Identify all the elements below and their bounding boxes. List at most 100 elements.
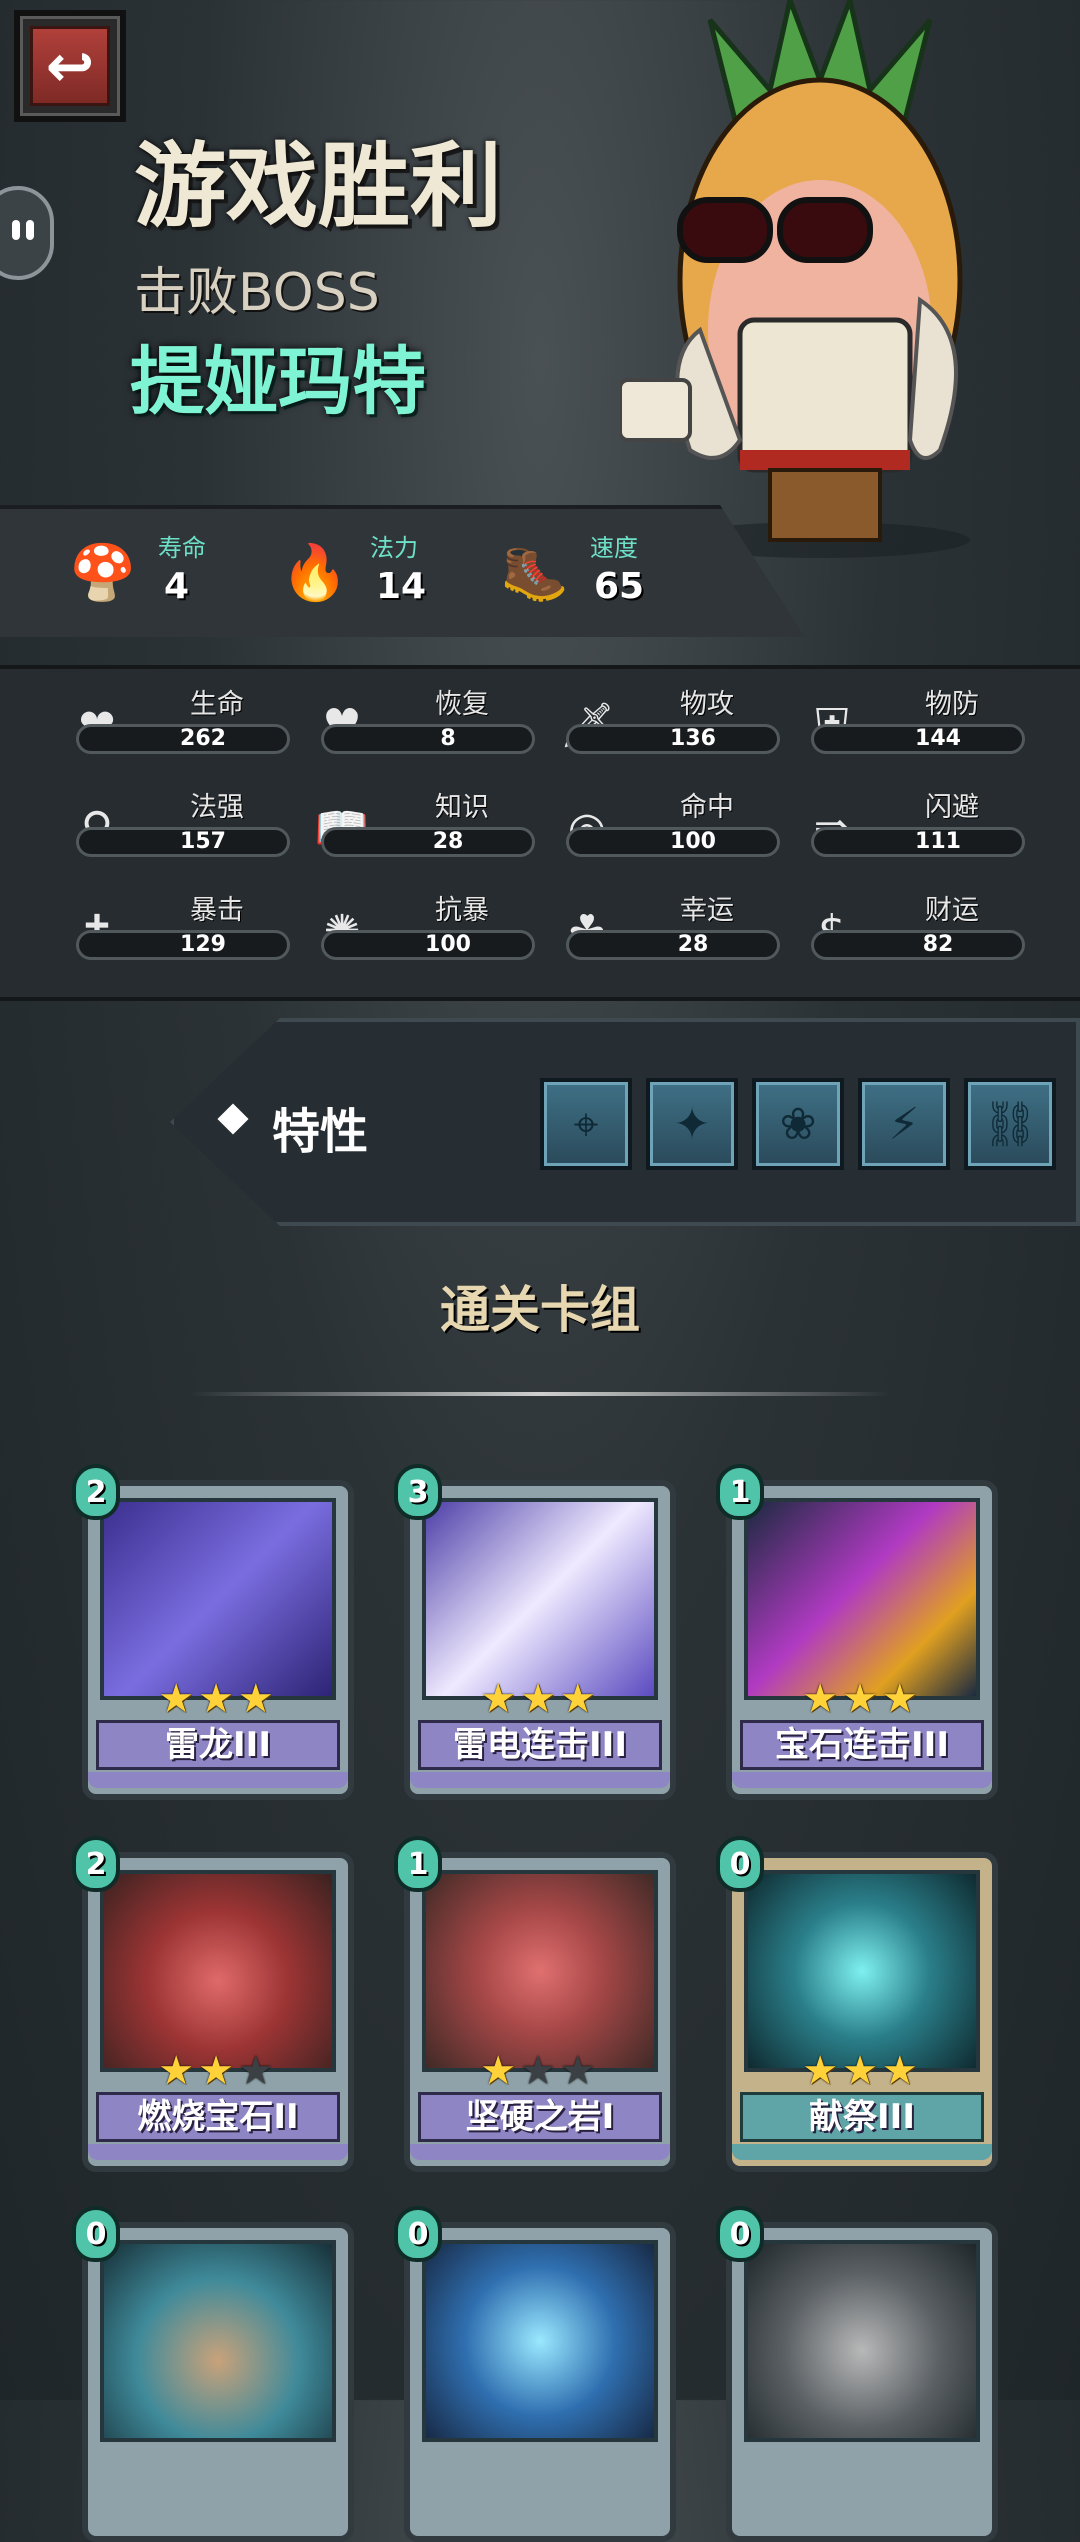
mana-cost-badge: 0: [72, 2206, 120, 2262]
stat-label: 财运: [925, 895, 979, 926]
pineapple-character-illustration: [620, 0, 970, 558]
stat-label: 闪避: [925, 792, 979, 823]
card-gem-combo[interactable]: ★★★ 宝石连击III 1: [716, 1464, 998, 1800]
mana-cost-badge: 2: [72, 1464, 120, 1520]
stat-lifespan: 🍄 寿命 4: [68, 528, 268, 618]
stat-label: 法强: [190, 792, 244, 823]
stat-label: 物防: [925, 689, 979, 720]
stat-value: 100: [670, 829, 716, 854]
card-name: 宝石连击III: [740, 1720, 984, 1770]
trait-rose[interactable]: ❀: [752, 1078, 844, 1170]
stat-value: 100: [425, 932, 471, 957]
card-thunder-dragon[interactable]: ★★★ 雷龙III 2: [72, 1464, 354, 1800]
stat-label: 暴击: [190, 895, 244, 926]
chain-icon: ⛓: [982, 1099, 1038, 1150]
shard-icon: ✦: [673, 1098, 711, 1150]
stat-value: 8: [440, 726, 456, 751]
mana-cost-badge: 0: [716, 2206, 764, 2262]
card-hard-rock[interactable]: ★★★ 坚硬之岩I 1: [394, 1836, 676, 2172]
card-burning-gem[interactable]: ★★★ 燃烧宝石II 2: [72, 1836, 354, 2172]
card-base: [88, 2144, 348, 2160]
card-art: [422, 1870, 658, 2072]
stat-accuracy: ◎ 命中 100: [554, 785, 780, 865]
page-title: 游戏胜利: [134, 133, 503, 240]
star-rating: ★★★: [480, 2048, 600, 2094]
subtitle: 击败BOSS: [134, 263, 380, 323]
mana-cost-badge: 0: [394, 2206, 442, 2262]
card-base: [732, 2144, 992, 2160]
stat-value: 28: [432, 829, 464, 854]
card-art: [744, 1498, 980, 1700]
mana-flame-icon: 🔥: [281, 541, 349, 604]
side-menu-tab[interactable]: [0, 186, 54, 280]
back-button[interactable]: ↩: [14, 10, 126, 122]
stat-mana: 🔥 法力 14: [280, 528, 480, 618]
card-base: [732, 1772, 992, 1788]
stat-label: 速度: [590, 534, 638, 562]
divider: [190, 1392, 890, 1396]
mana-cost-badge: 2: [72, 1836, 120, 1892]
trait-shard[interactable]: ✦: [646, 1078, 738, 1170]
trait-chain[interactable]: ⛓: [964, 1078, 1056, 1170]
card-partial-3[interactable]: 0: [716, 2206, 998, 2542]
stat-label: 命中: [680, 792, 734, 823]
stat-value: 262: [180, 726, 226, 751]
card-art: [422, 1498, 658, 1700]
card-art: [744, 2240, 980, 2442]
runner-icon: ⚡: [888, 1098, 920, 1150]
rose-icon: ❀: [779, 1098, 817, 1150]
stat-value: 82: [922, 932, 954, 957]
target-rune-icon: ⌖: [573, 1098, 599, 1150]
card-base: [410, 1772, 670, 1788]
stat-speed: 🥾 速度 65: [500, 528, 720, 618]
card-lightning-combo[interactable]: ★★★ 雷电连击III 3: [394, 1464, 676, 1800]
stat-value: 157: [180, 829, 226, 854]
star-rating: ★★★: [158, 2048, 278, 2094]
stat-regen: ♥ 恢复 8: [309, 682, 535, 762]
card-name: 雷电连击III: [418, 1720, 662, 1770]
stat-value: 111: [915, 829, 961, 854]
card-base: [410, 2144, 670, 2160]
card-partial-1[interactable]: 0: [72, 2206, 354, 2542]
stat-label: 寿命: [158, 534, 206, 562]
card-art: [100, 1870, 336, 2072]
back-arrow-icon: ↩: [30, 26, 110, 106]
trait-target-rune[interactable]: ⌖: [540, 1078, 632, 1170]
star-rating: ★★★: [480, 1676, 600, 1722]
mana-cost-badge: 3: [394, 1464, 442, 1520]
mushroom-head-icon: 🍄: [69, 541, 137, 604]
stat-hp: ❤ 生命 262: [64, 682, 290, 762]
card-partial-2[interactable]: 0: [394, 2206, 676, 2542]
stat-physical-attack: 🗡 物攻 136: [554, 682, 780, 762]
card-art: [422, 2240, 658, 2442]
stat-crit: ✝ 暴击 129: [64, 888, 290, 968]
stat-knowledge: 📖 知识 28: [309, 785, 535, 865]
stat-label: 幸运: [680, 895, 734, 926]
stat-label: 法力: [370, 534, 418, 562]
card-sacrifice[interactable]: ★★★ 献祭III 0: [716, 1836, 998, 2172]
card-name: 燃烧宝石II: [96, 2092, 340, 2142]
card-art: [744, 1870, 980, 2072]
card-base: [88, 1772, 348, 1788]
mana-cost-badge: 0: [716, 1836, 764, 1892]
stat-physical-defense: ⛨ 物防 144: [799, 682, 1025, 762]
trait-runner[interactable]: ⚡: [858, 1078, 950, 1170]
card-art: [100, 1498, 336, 1700]
stat-value: 65: [594, 566, 645, 607]
stat-value: 129: [180, 932, 226, 957]
mana-cost-badge: 1: [394, 1836, 442, 1892]
star-rating: ★★★: [802, 1676, 922, 1722]
mana-cost-badge: 1: [716, 1464, 764, 1520]
star-rating: ★★★: [158, 1676, 278, 1722]
deck-title: 通关卡组: [440, 1281, 640, 1339]
stat-magic-power: ⚲ 法强 157: [64, 785, 290, 865]
stat-value: 4: [164, 566, 190, 607]
boss-name: 提娅玛特: [130, 339, 426, 425]
stat-label: 物攻: [680, 689, 734, 720]
star-rating: ★★★: [802, 2048, 922, 2094]
stat-value: 144: [915, 726, 961, 751]
traits-label: 特性: [272, 1104, 369, 1160]
stat-value: 28: [677, 932, 709, 957]
stat-dodge: ⇛ 闪避 111: [799, 785, 1025, 865]
stat-label: 抗暴: [435, 895, 489, 926]
